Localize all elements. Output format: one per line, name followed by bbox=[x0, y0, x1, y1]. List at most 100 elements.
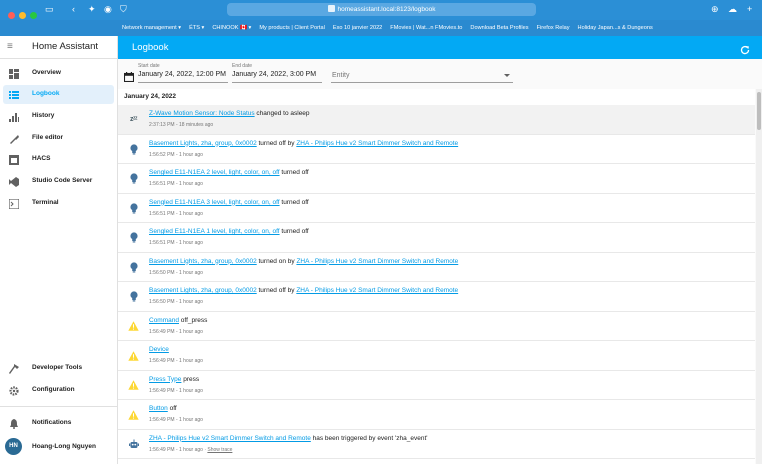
logbook-icon bbox=[8, 89, 19, 100]
page-title: Logbook bbox=[132, 42, 169, 53]
logbook-entry: ZHA - Philips Hue v2 Smart Dimmer Switch… bbox=[118, 429, 755, 459]
calendar-icon[interactable] bbox=[123, 69, 135, 87]
entity-placeholder: Entity bbox=[332, 72, 350, 79]
logbook-entry: Device 1:56:49 PM - 1 hour ago bbox=[118, 341, 755, 371]
hammer-icon bbox=[8, 363, 19, 374]
chevron-down-icon[interactable] bbox=[504, 74, 510, 77]
sidebar-item-hacs[interactable]: HACS bbox=[3, 150, 114, 169]
sleep-icon: zᶻᶻ bbox=[129, 116, 138, 123]
bulb-icon bbox=[128, 261, 139, 273]
minimize-window-button[interactable] bbox=[19, 12, 26, 19]
entity-link[interactable]: ZHA - Philips Hue v2 Smart Dimmer Switch… bbox=[149, 435, 311, 442]
timestamp-text: 1:56:51 PM - 1 hour ago bbox=[149, 181, 203, 187]
entity-link[interactable]: Sengled E11-N1EA 2 level, light, color, … bbox=[149, 169, 280, 176]
sidebar-item-logbook[interactable]: Logbook bbox=[3, 85, 114, 104]
entry-message: Basement Lights, zha, group, 0x0002 turn… bbox=[149, 140, 458, 147]
entry-timestamp: 1:56:49 PM - 1 hour ago · Show trace bbox=[149, 447, 232, 453]
context-entity-link[interactable]: ZHA - Philips Hue v2 Smart Dimmer Switch… bbox=[296, 140, 458, 147]
timestamp-text: 1:56:51 PM - 1 hour ago bbox=[149, 210, 203, 217]
context-entity-link[interactable]: ZHA - Philips Hue v2 Smart Dimmer Switch… bbox=[296, 287, 458, 294]
end-date-field[interactable]: End date January 24, 2022, 3:00 PM bbox=[232, 63, 322, 83]
sidebar-item-history[interactable]: History bbox=[3, 107, 114, 126]
sidebar-item-label: Developer Tools bbox=[32, 364, 83, 371]
entity-link[interactable]: Device bbox=[149, 346, 169, 353]
entity-link[interactable]: Basement Lights, zha, group, 0x0002 bbox=[149, 258, 257, 265]
filter-bar: Start date January 24, 2022, 12:00 PM En… bbox=[118, 59, 762, 89]
entity-link[interactable]: Z-Wave Motion Sensor: Node Status bbox=[149, 110, 255, 117]
show-trace-link[interactable]: Show trace bbox=[207, 447, 232, 453]
sidebar-item-terminal[interactable]: Terminal bbox=[3, 194, 114, 213]
sidebar-item-notifications[interactable]: Notifications bbox=[3, 414, 114, 433]
entity-picker[interactable]: Entity bbox=[331, 69, 513, 83]
sidebar-item-configuration[interactable]: Configuration bbox=[3, 381, 114, 400]
start-date-label: Start date bbox=[138, 63, 160, 69]
robot-icon bbox=[128, 439, 139, 450]
entry-timestamp: 1:56:50 PM - 1 hour ago bbox=[149, 270, 203, 276]
gear-icon bbox=[8, 385, 19, 396]
extension-icon[interactable]: ✦ bbox=[88, 3, 96, 15]
bookmark[interactable]: Network management ▾ bbox=[122, 20, 181, 36]
entry-message: ZHA - Philips Hue v2 Smart Dimmer Switch… bbox=[149, 435, 428, 442]
sidebar-item-label: Logbook bbox=[32, 90, 60, 97]
download-icon[interactable]: ⊕ bbox=[711, 3, 719, 15]
bookmark[interactable]: Holiday Japan...s & Dungeons bbox=[578, 20, 653, 36]
entity-link[interactable]: Basement Lights, zha, group, 0x0002 bbox=[149, 140, 257, 147]
logbook-list: January 24, 2022 zᶻᶻ Z-Wave Motion Sensor… bbox=[118, 89, 755, 464]
entity-link[interactable]: Sengled E11-N1EA 3 level, light, color, … bbox=[149, 199, 280, 206]
new-tab-icon[interactable]: + bbox=[747, 3, 752, 15]
timestamp-text: 1:56:49 PM - 1 hour ago · bbox=[149, 446, 208, 453]
entity-link[interactable]: Basement Lights, zha, group, 0x0002 bbox=[149, 287, 257, 294]
bookmark[interactable]: Firefox Relay bbox=[537, 20, 570, 36]
entry-action-text: turned off by bbox=[256, 287, 297, 294]
scrollbar-thumb[interactable] bbox=[757, 92, 761, 130]
back-icon[interactable]: ‹ bbox=[72, 3, 75, 15]
browser-toolbar: ▭ ‹ ✦ ◉ ⛉ homeassistant.local:8123/logbo… bbox=[0, 0, 762, 36]
start-date-value: January 24, 2022, 12:00 PM bbox=[138, 71, 226, 78]
warning-icon bbox=[128, 321, 139, 332]
zoom-window-button[interactable] bbox=[30, 12, 37, 19]
bookmark[interactable]: Download Beta Profiles bbox=[470, 20, 528, 36]
entry-action-text: press bbox=[181, 375, 200, 383]
bookmark[interactable]: FMovies | Wat...n FMovies.to bbox=[390, 20, 462, 36]
sidebar-toggle-icon[interactable]: ▭ bbox=[45, 3, 54, 15]
scrollbar[interactable] bbox=[756, 89, 762, 464]
start-date-field[interactable]: Start date January 24, 2022, 12:00 PM bbox=[138, 63, 228, 83]
entry-timestamp: 1:56:49 PM - 1 hour ago bbox=[149, 388, 203, 394]
bookmark[interactable]: Exo 10 janvier 2022 bbox=[333, 20, 382, 36]
sidebar-item-label: Studio Code Server bbox=[32, 177, 93, 184]
entity-link[interactable]: Command bbox=[149, 317, 179, 324]
bookmark[interactable]: CHINOOK 🇨🇦 ▾ bbox=[212, 20, 251, 36]
dashboard-icon bbox=[8, 68, 19, 79]
entry-action-text: turned off bbox=[279, 169, 309, 176]
cloud-icon[interactable]: ☁ bbox=[728, 3, 737, 15]
address-bar[interactable]: homeassistant.local:8123/logbook bbox=[227, 3, 536, 16]
bookmark[interactable]: ÉTS ▾ bbox=[189, 20, 204, 36]
sidebar-item-label: Terminal bbox=[32, 199, 59, 206]
avatar[interactable]: HN bbox=[5, 438, 22, 455]
sidebar-item-studio-code-server[interactable]: Studio Code Server bbox=[3, 172, 114, 191]
shield-icon[interactable]: ⛉ bbox=[120, 3, 127, 15]
entry-message: Command off_press bbox=[149, 317, 207, 324]
context-entity-link[interactable]: ZHA - Philips Hue v2 Smart Dimmer Switch… bbox=[296, 258, 458, 265]
sidebar-item-label: Notifications bbox=[32, 419, 72, 426]
sidebar-item-developer-tools[interactable]: Developer Tools bbox=[3, 359, 114, 378]
logbook-entry: Basement Lights, zha, group, 0x0002 turn… bbox=[118, 252, 755, 282]
bookmark[interactable]: My products | Client Portal bbox=[259, 20, 325, 36]
warning-icon bbox=[128, 350, 139, 361]
sidebar-header: ≡ Home Assistant bbox=[0, 36, 117, 59]
entry-message: Basement Lights, zha, group, 0x0002 turn… bbox=[149, 287, 458, 294]
bulb-icon bbox=[128, 173, 139, 184]
timestamp-text: 1:56:49 PM - 1 hour ago bbox=[149, 358, 203, 364]
sidebar-item-overview[interactable]: Overview bbox=[3, 64, 114, 83]
bookmarks-bar: Network management ▾ ÉTS ▾ CHINOOK 🇨🇦 ▾ My … bbox=[0, 20, 762, 36]
extension-icon[interactable]: ◉ bbox=[104, 3, 112, 15]
sidebar-item-file-editor[interactable]: File editor bbox=[3, 129, 114, 148]
refresh-icon[interactable] bbox=[740, 42, 750, 60]
entity-link[interactable]: Button bbox=[149, 405, 168, 412]
menu-icon[interactable]: ≡ bbox=[7, 42, 18, 52]
entity-link[interactable]: Sengled E11-N1EA 1 level, light, color, … bbox=[149, 228, 280, 235]
entity-link[interactable]: Press Type bbox=[149, 376, 181, 383]
entry-message: Sengled E11-N1EA 3 level, light, color, … bbox=[149, 199, 309, 206]
close-window-button[interactable] bbox=[8, 12, 15, 19]
user-name[interactable]: Hoang-Long Nguyen bbox=[32, 443, 96, 450]
